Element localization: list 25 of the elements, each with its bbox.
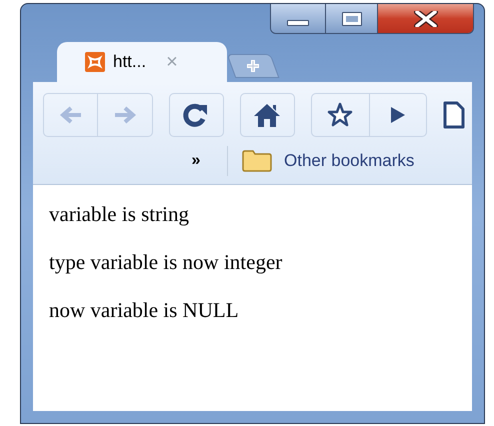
app-icon — [85, 52, 105, 72]
close-button[interactable] — [378, 4, 473, 33]
back-arrow-icon — [58, 105, 82, 125]
minimize-icon — [287, 20, 309, 26]
star-icon — [327, 102, 354, 128]
other-bookmarks-button[interactable]: Other bookmarks — [242, 148, 414, 174]
play-icon — [388, 105, 407, 125]
content-text: variable is string — [49, 201, 190, 227]
home-icon — [253, 102, 282, 128]
new-tab-button[interactable] — [226, 54, 280, 78]
forward-arrow-icon — [113, 105, 137, 125]
bookmarks-overflow-button[interactable]: » — [181, 149, 211, 173]
content-text: now variable is NULL — [49, 297, 240, 323]
minimize-button[interactable] — [271, 4, 326, 33]
page-icon — [442, 101, 465, 129]
browser-tab[interactable]: htt... × — [57, 42, 227, 82]
close-icon — [414, 10, 438, 26]
reload-button[interactable] — [169, 93, 224, 137]
home-button[interactable] — [240, 93, 295, 137]
folder-icon — [242, 150, 272, 172]
plus-icon — [245, 58, 261, 74]
maximize-button[interactable] — [326, 4, 378, 33]
content-text: type variable is now integer — [49, 249, 284, 275]
maximize-icon — [342, 12, 362, 26]
tab-title: htt... — [113, 51, 146, 74]
